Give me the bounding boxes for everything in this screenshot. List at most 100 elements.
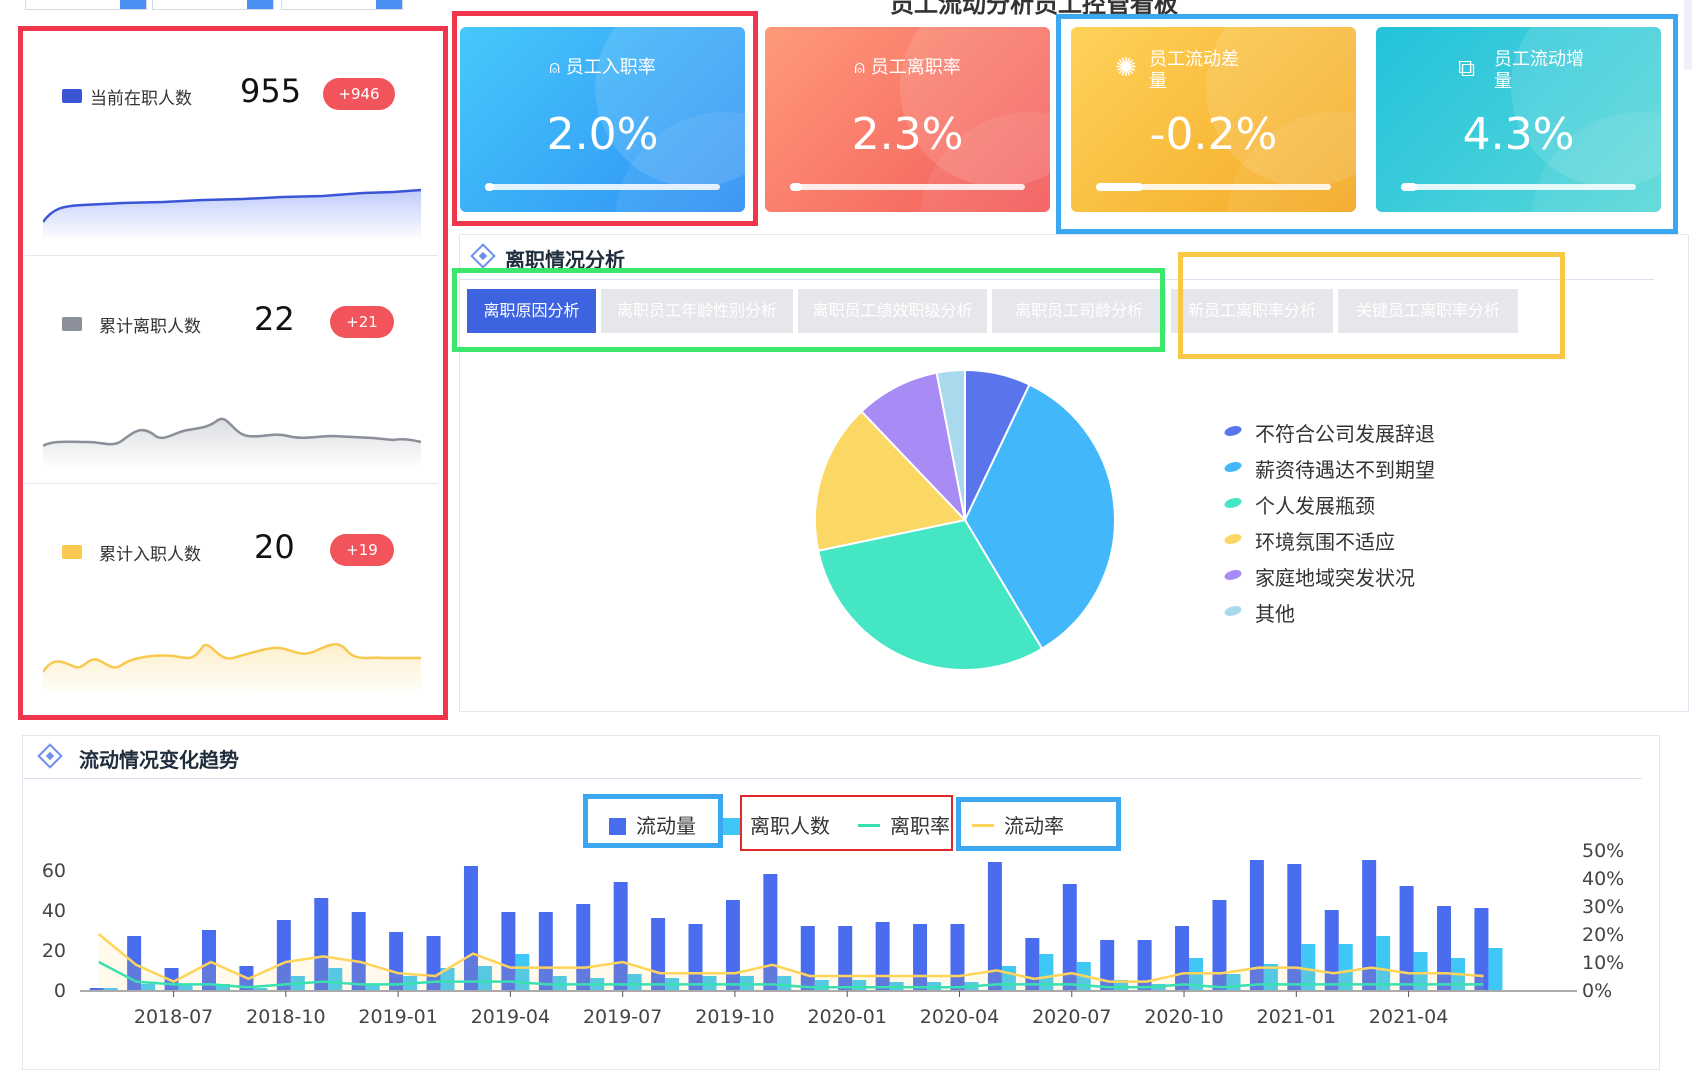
metric-label: 累计入职人数 — [99, 545, 201, 565]
pie-legend-item[interactable]: 薪资待遇达不到期望 — [1222, 454, 1435, 483]
y-left-tick-label: 40 — [42, 900, 66, 922]
legend-flow-volume[interactable]: 流动量 — [609, 810, 696, 839]
y-right-tick-label: 10% — [1582, 952, 1624, 974]
kpi-card-leave-rate[interactable]: ⍝ 员工离职率 2.3% — [765, 27, 1050, 212]
kpi-label: 员工流动差 — [1149, 49, 1239, 70]
tab-age-gender[interactable]: 离职员工年龄性别分析 — [601, 289, 793, 333]
x-tick-label: 2021-04 — [1369, 1006, 1448, 1028]
kpi-card-flow-diff[interactable]: ✺ 员工流动差 量 -0.2% — [1071, 27, 1356, 212]
y-right-tick-label: 0% — [1582, 980, 1612, 1002]
x-tick-label: 2018-10 — [246, 1006, 325, 1028]
panel-divider — [459, 279, 1654, 280]
kpi-label-line2: 量 — [1149, 71, 1167, 92]
kpi-value: -0.2% — [1149, 109, 1278, 160]
calendar-icon — [376, 0, 402, 9]
pie-legend-label: 个人发展瓶颈 — [1255, 494, 1375, 518]
id-card-icon — [62, 545, 82, 559]
line-icon — [972, 824, 994, 827]
area-flow-rate — [98, 934, 1484, 990]
trend-chart-icon: ⧉ — [1458, 54, 1476, 82]
metric-value: 20 — [254, 528, 295, 566]
bar-leavers[interactable] — [1488, 948, 1503, 990]
kpi-label: 员工流动增 — [1494, 49, 1584, 70]
pie-legend-label: 家庭地域突发状况 — [1255, 566, 1415, 590]
y-left-tick-label: 20 — [42, 940, 66, 962]
x-tick-label: 2020-01 — [808, 1006, 887, 1028]
metric-value: 955 — [240, 72, 302, 110]
user-plus-icon: ⍝ — [549, 57, 566, 78]
legend-label: 离职人数 — [750, 814, 830, 838]
pie-legend-item[interactable]: 其他 — [1222, 598, 1295, 627]
atom-icon: ✺ — [1115, 53, 1137, 83]
kpi-progress-fill — [1401, 183, 1418, 191]
metric-card-joiners: 累计入职人数 20 +19 — [25, 486, 438, 712]
y-right-tick-label: 30% — [1582, 896, 1624, 918]
kpi-progress-track — [1096, 183, 1331, 191]
legend-flow-rate[interactable]: 流动率 — [972, 810, 1064, 839]
pie-legend-label: 薪资待遇达不到期望 — [1255, 458, 1435, 482]
x-tick-label: 2018-07 — [134, 1006, 213, 1028]
metric-badge: +19 — [330, 534, 394, 566]
x-tick-label: 2020-07 — [1032, 1006, 1111, 1028]
leave-reason-pie-chart — [814, 368, 1116, 671]
leave-analysis-title: 离职情况分析 — [505, 248, 625, 272]
tab-tenure[interactable]: 离职员工司龄分析 — [992, 289, 1166, 333]
kpi-progress-fill — [790, 183, 802, 191]
user-remove-icon: ⍝ — [854, 57, 871, 78]
pie-legend-item[interactable]: 环境氛围不适应 — [1222, 526, 1395, 555]
legend-label: 流动率 — [1004, 814, 1064, 838]
kpi-header: ⧉ 员工流动增 量 — [1458, 49, 1661, 93]
kpi-progress-track — [790, 183, 1025, 191]
x-tick-label: 2019-01 — [358, 1006, 437, 1028]
metric-label: 累计离职人数 — [99, 317, 201, 337]
flow-trend-chart: 0 20 40 60 0% 10% 20% 30% 40% 50% 2018-07 2018-10 20… — [42, 840, 1624, 1028]
kpi-label-line2: 量 — [1494, 71, 1512, 92]
tab-new-employee-rate[interactable]: 新员工离职率分析 — [1171, 289, 1333, 333]
metric-badge: +946 — [323, 78, 395, 110]
panel-divider — [22, 778, 1642, 779]
metric-card-current-staff: 当前在职人数 955 +946 — [25, 30, 438, 256]
page-title: 员工流动分析员工控管看板 — [890, 0, 1178, 18]
tab-leave-reason[interactable]: 离职原因分析 — [467, 289, 596, 333]
kpi-card-flow-growth[interactable]: ⧉ 员工流动增 量 4.3% — [1376, 27, 1661, 212]
legend-leavers[interactable]: 离职人数 — [723, 810, 830, 839]
kpi-progress-track — [1401, 183, 1636, 191]
x-tick-label: 2020-10 — [1144, 1006, 1223, 1028]
legend-label: 离职率 — [890, 814, 950, 838]
pie-legend-item[interactable]: 家庭地域突发状况 — [1222, 562, 1415, 591]
end-date-picker[interactable] — [152, 0, 274, 10]
pie-legend-item[interactable]: 个人发展瓶颈 — [1222, 490, 1375, 519]
id-card-icon — [62, 89, 82, 103]
sparkline-leavers — [43, 417, 422, 466]
kpi-header: ✺ 员工流动差 量 — [1115, 49, 1356, 93]
sparkline-current-staff — [43, 188, 422, 238]
kpi-value: 2.0% — [546, 109, 659, 160]
third-date-picker[interactable] — [281, 0, 403, 10]
y-left-tick-label: 0 — [54, 980, 66, 1002]
calendar-icon — [120, 0, 146, 9]
metric-value: 22 — [254, 300, 295, 338]
legend-label: 流动量 — [636, 814, 696, 838]
pie-legend-item[interactable]: 不符合公司发展辞退 — [1222, 418, 1435, 447]
kpi-header: ⍝ 员工离职率 — [765, 53, 1050, 79]
kpi-value: 2.3% — [851, 109, 964, 160]
kpi-progress-track — [485, 183, 720, 191]
start-date-picker[interactable] — [25, 0, 147, 10]
x-tick-label: 2021-01 — [1257, 1006, 1336, 1028]
id-card-icon — [62, 317, 82, 331]
y-left-tick-label: 60 — [42, 860, 66, 882]
kpi-label: 员工离职率 — [870, 57, 961, 78]
y-right-tick-label: 20% — [1582, 924, 1624, 946]
kpi-header: ⍝ 员工入职率 — [460, 53, 745, 79]
pie-legend-label: 其他 — [1255, 602, 1295, 626]
x-tick-label: 2019-10 — [695, 1006, 774, 1028]
kpi-card-onboard-rate[interactable]: ⍝ 员工入职率 2.0% — [460, 27, 745, 212]
kpi-progress-fill — [485, 183, 495, 191]
tab-performance-rank[interactable]: 离职员工绩效职级分析 — [798, 289, 987, 333]
y-right-tick-label: 40% — [1582, 868, 1624, 890]
tab-key-employee-rate[interactable]: 关键员工离职率分析 — [1338, 289, 1518, 333]
sparkline-joiners — [43, 643, 421, 694]
kpi-progress-fill — [1096, 183, 1143, 191]
flow-trend-title: 流动情况变化趋势 — [79, 748, 239, 772]
legend-leave-rate[interactable]: 离职率 — [858, 810, 950, 839]
